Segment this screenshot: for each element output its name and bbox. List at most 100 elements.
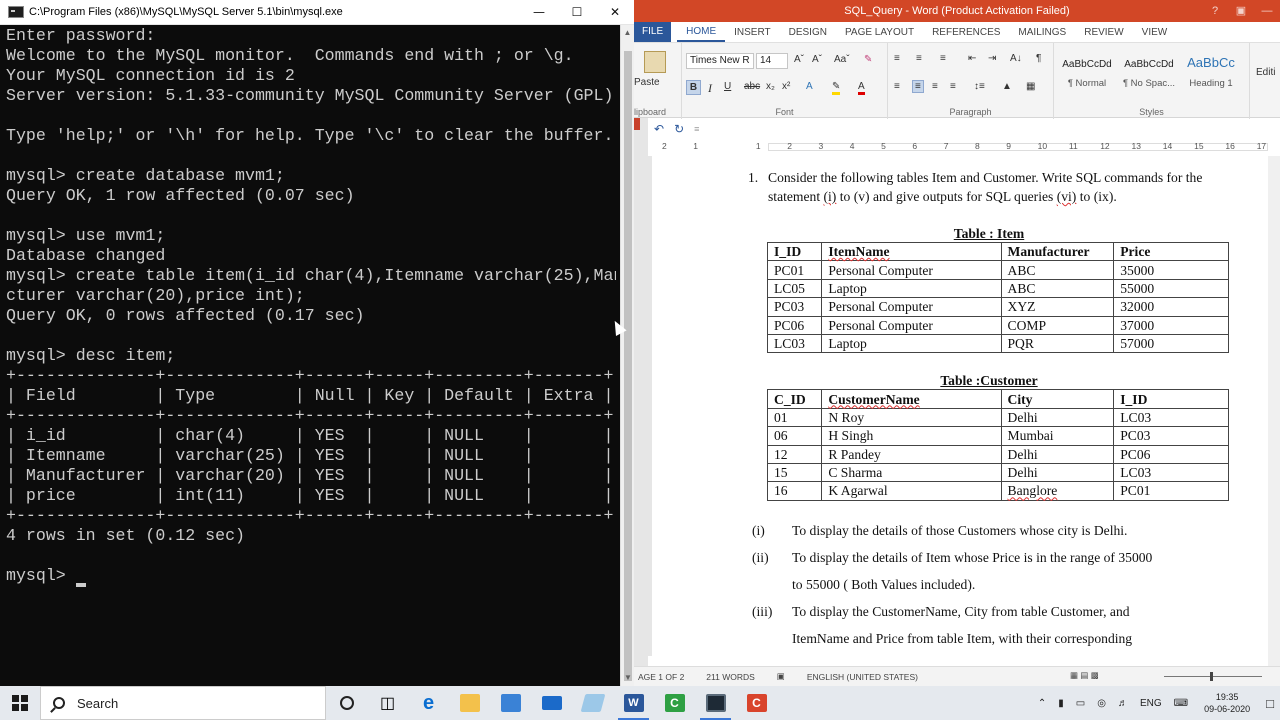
sort-icon[interactable]: A↓ — [1010, 53, 1022, 64]
italic-button[interactable]: I — [708, 81, 712, 96]
ribbon-options-icon[interactable]: ▣ — [1228, 0, 1254, 22]
page-count[interactable]: AGE 1 OF 2 — [638, 672, 684, 682]
cortana-icon[interactable] — [326, 686, 367, 720]
mail-icon[interactable] — [531, 686, 572, 720]
tab-review[interactable]: REVIEW — [1075, 27, 1132, 38]
style-heading-1[interactable]: AaBbCᴄ Heading 1 — [1182, 47, 1240, 103]
tab-insert[interactable]: INSERT — [725, 27, 780, 38]
decrease-indent-icon[interactable]: ⇤ — [968, 53, 976, 64]
task-view-icon[interactable]: ◫ — [367, 686, 408, 720]
word-window[interactable]: SQL_Query - Word (Product Activation Fai… — [634, 0, 1280, 686]
clipboard-icon[interactable] — [644, 51, 666, 73]
customize-qat-icon[interactable]: ≡ — [694, 124, 699, 134]
paste-button[interactable]: Paste — [634, 77, 660, 88]
console-scrollbar[interactable]: ▲ ▼ — [620, 25, 634, 686]
tab-home[interactable]: HOME — [677, 22, 726, 42]
tab-design[interactable]: DESIGN — [780, 27, 836, 38]
minimize-button[interactable]: — — [520, 0, 558, 24]
horizontal-ruler[interactable]: 2 1 1 2 3 4 5 6 7 8 9 10 11 12 13 14 15 16 17 — [648, 140, 1268, 154]
increase-indent-icon[interactable]: ⇥ — [988, 53, 996, 64]
part-number: (ii) — [752, 549, 769, 565]
tab-page-layout[interactable]: PAGE LAYOUT — [836, 27, 923, 38]
word-taskbar-icon[interactable]: W — [613, 686, 654, 720]
app-icon[interactable] — [572, 686, 613, 720]
underline-button[interactable]: U — [724, 81, 731, 92]
console-output[interactable]: Enter password: Welcome to the MySQL moni… — [6, 26, 616, 686]
clock[interactable]: 19:35 09-06-2020 — [1204, 691, 1250, 715]
font-color-icon[interactable]: A — [858, 81, 865, 95]
console-titlebar[interactable]: C:\Program Files (x86)\MySQL\MySQL Serve… — [0, 0, 634, 25]
shading-icon[interactable]: ▲ — [1002, 81, 1012, 92]
clear-format-icon[interactable]: ✎ — [864, 54, 872, 65]
numbering-icon[interactable]: ≡ — [916, 53, 922, 64]
show-marks-icon[interactable]: ¶ — [1036, 53, 1041, 64]
console-taskbar-icon[interactable] — [695, 686, 736, 720]
word-minimize-button[interactable]: — — [1254, 0, 1280, 22]
redo-icon[interactable]: ↻ — [674, 122, 684, 136]
edge-marker — [634, 118, 640, 130]
shrink-font-icon[interactable]: Aˇ — [812, 54, 822, 65]
text-effects-icon[interactable]: A — [806, 81, 813, 92]
editing-button[interactable]: Editi — [1256, 67, 1275, 78]
highlight-icon[interactable]: ✎ — [832, 81, 841, 95]
subscript-button[interactable]: x₂ — [766, 81, 775, 92]
font-name-box[interactable]: Times New R — [686, 53, 754, 69]
align-left-icon[interactable]: ≡ — [894, 81, 900, 92]
console-line: Database changed — [6, 246, 166, 265]
help-icon[interactable]: ? — [1202, 0, 1228, 22]
undo-icon[interactable]: ↶ — [654, 122, 664, 136]
red-app-icon[interactable]: C — [736, 686, 777, 720]
style-normal[interactable]: AaBbCcDd ¶ Normal — [1058, 47, 1116, 103]
zoom-slider[interactable]: ▦ ▤ ▩ — [1070, 670, 1274, 683]
style-no-spacing[interactable]: AaBbCcDd ¶ No Spac... — [1120, 47, 1178, 103]
input-icon[interactable]: ⌨ — [1174, 698, 1188, 709]
strikethrough-button[interactable]: abc — [744, 81, 760, 92]
line-spacing-icon[interactable]: ↕≡ — [974, 81, 985, 92]
justify-icon[interactable]: ≡ — [950, 81, 956, 92]
file-explorer-icon[interactable] — [449, 686, 490, 720]
bold-button[interactable]: B — [686, 80, 701, 95]
edge-icon[interactable]: e — [408, 686, 449, 720]
language-indicator[interactable]: ENGLISH (UNITED STATES) — [807, 672, 918, 682]
proofing-icon[interactable]: ▣ — [777, 671, 785, 682]
notifications-icon[interactable]: □ — [1266, 696, 1274, 711]
table-cell: PC01 — [1113, 481, 1229, 501]
scroll-up-icon[interactable]: ▲ — [621, 25, 634, 41]
document-scrollbar[interactable] — [1268, 156, 1280, 666]
maximize-button[interactable]: ☐ — [558, 0, 596, 24]
grow-font-icon[interactable]: Aˇ — [794, 54, 804, 65]
borders-icon[interactable]: ▦ — [1026, 81, 1035, 92]
store-icon[interactable] — [490, 686, 531, 720]
font-size-box[interactable]: 14 — [756, 53, 788, 69]
close-button[interactable]: ✕ — [596, 0, 634, 24]
tab-mailings[interactable]: MAILINGS — [1009, 27, 1075, 38]
green-app-icon[interactable]: C — [654, 686, 695, 720]
taskbar-search[interactable]: Search — [40, 686, 326, 720]
zoom-knob[interactable] — [1210, 672, 1213, 681]
align-right-icon[interactable]: ≡ — [932, 81, 938, 92]
tab-file[interactable]: FILE — [634, 22, 672, 42]
part-text: To display the details of those Customer… — [792, 522, 1128, 538]
tab-references[interactable]: REFERENCES — [923, 27, 1009, 38]
mysql-console-window[interactable]: C:\Program Files (x86)\MySQL\MySQL Serve… — [0, 0, 634, 686]
language-indicator[interactable]: ENG — [1140, 698, 1162, 709]
usb-icon[interactable]: ▮ — [1058, 698, 1064, 709]
view-buttons[interactable]: ▦ ▤ ▩ — [1070, 670, 1099, 681]
volume-icon[interactable]: ♬ — [1118, 698, 1128, 709]
align-center-icon[interactable]: ≡ — [912, 80, 924, 93]
battery-icon[interactable]: ▭ — [1076, 698, 1085, 709]
bullets-icon[interactable]: ≡ — [894, 53, 900, 64]
word-titlebar[interactable]: SQL_Query - Word (Product Activation Fai… — [634, 0, 1280, 22]
scroll-thumb[interactable] — [624, 51, 632, 681]
scroll-down-icon[interactable]: ▼ — [621, 670, 635, 686]
tab-view[interactable]: VIEW — [1133, 27, 1177, 38]
start-button[interactable] — [0, 686, 40, 720]
network-icon[interactable]: ◎ — [1097, 698, 1106, 709]
superscript-button[interactable]: x² — [782, 81, 790, 92]
document-page[interactable]: 1. Consider the following tables Item an… — [734, 168, 1244, 652]
change-case-icon[interactable]: Aaˇ — [834, 54, 850, 65]
question-part: to 55000 ( Both Values included). — [752, 571, 1244, 598]
word-count[interactable]: 211 WORDS — [706, 672, 755, 682]
multilevel-list-icon[interactable]: ≡ — [940, 53, 946, 64]
show-hidden-icons[interactable]: ⌃ — [1038, 698, 1046, 709]
